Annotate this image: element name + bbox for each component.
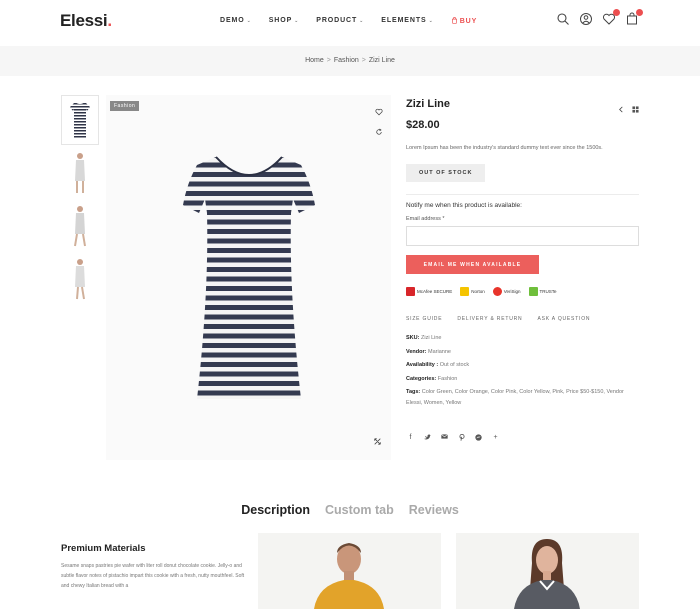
notify-text: Notify me when this product is available… bbox=[406, 202, 522, 209]
chevron-down-icon: ⌄ bbox=[294, 18, 300, 24]
nav-item-buy[interactable]: BUY bbox=[451, 17, 477, 25]
category-badge: Fashion bbox=[110, 101, 140, 111]
cart-badge bbox=[636, 9, 643, 16]
header-icons bbox=[556, 9, 643, 26]
sku-row: SKU: Zizi Line bbox=[406, 335, 442, 341]
messenger-icon[interactable] bbox=[474, 434, 483, 443]
chevron-left-icon[interactable] bbox=[618, 100, 624, 118]
logo[interactable]: Elessi. bbox=[60, 11, 112, 31]
chevron-down-icon: ⌄ bbox=[428, 18, 434, 24]
size-guide-link[interactable]: SIZE GUIDE bbox=[406, 316, 442, 322]
thumbnail-3[interactable] bbox=[61, 201, 99, 251]
main-nav: DEMO ⌄ SHOP ⌄ PRODUCT ⌄ ELEMENTS ⌄ BUY bbox=[220, 17, 477, 25]
heart-icon[interactable] bbox=[375, 103, 383, 121]
share-icons: f + bbox=[406, 433, 639, 443]
divider bbox=[406, 194, 639, 195]
email-icon[interactable] bbox=[440, 434, 449, 443]
product-nav bbox=[618, 100, 639, 118]
ask-question-link[interactable]: ASK A QUESTION bbox=[537, 316, 590, 322]
nav-item-shop[interactable]: SHOP ⌄ bbox=[269, 17, 300, 25]
model-image-male bbox=[258, 533, 441, 609]
bag-icon bbox=[451, 17, 457, 24]
grid-icon[interactable] bbox=[632, 100, 639, 118]
nav-item-elements[interactable]: ELEMENTS ⌄ bbox=[381, 17, 433, 25]
tags-links[interactable]: Color Green, Color Orange, Color Pink, C… bbox=[406, 389, 624, 406]
breadcrumb: Home > Fashion > Zizi Line bbox=[305, 57, 395, 64]
trust-badges: McAfee SECURE Norton VeriSign TRUSTe bbox=[406, 287, 639, 296]
vendor-row: Vendor: Marianne bbox=[406, 348, 451, 355]
description-section: Premium Materials Sesame snaps pastries … bbox=[61, 543, 246, 591]
product-meta: SKU: Zizi Line Vendor: Marianne Availabi… bbox=[406, 332, 639, 409]
email-input[interactable] bbox=[406, 226, 639, 246]
wishlist-badge bbox=[613, 9, 620, 16]
tab-reviews[interactable]: Reviews bbox=[409, 503, 459, 517]
nav-item-demo[interactable]: DEMO ⌄ bbox=[220, 17, 252, 25]
expand-icon[interactable] bbox=[374, 432, 381, 450]
dress-image bbox=[183, 156, 315, 399]
section-text: Sesame snaps pastries pie wafer with lit… bbox=[61, 563, 245, 589]
availability-row: Availability : Out of stock bbox=[406, 362, 470, 368]
trust-badge-truste: TRUSTe bbox=[528, 287, 557, 296]
search-icon[interactable] bbox=[556, 12, 570, 26]
email-label: Email address * bbox=[406, 216, 445, 222]
facebook-icon[interactable]: f bbox=[406, 434, 415, 443]
product-links: SIZE GUIDE DELIVERY & RETURN ASK A QUEST… bbox=[406, 316, 639, 322]
model-image-female bbox=[456, 533, 639, 609]
breadcrumb-bar: Home > Fashion > Zizi Line bbox=[0, 46, 700, 76]
product-title: Zizi Line bbox=[406, 98, 450, 110]
product-tabs: Description Custom tab Reviews bbox=[0, 503, 700, 517]
thumbnail-1[interactable] bbox=[61, 95, 99, 145]
account-icon[interactable] bbox=[579, 12, 593, 26]
chevron-down-icon: ⌄ bbox=[246, 18, 252, 24]
tab-description[interactable]: Description bbox=[241, 503, 310, 517]
notify-me-button[interactable]: EMAIL ME WHEN AVAILABLE bbox=[406, 255, 539, 274]
trust-badge-verisign: VeriSign bbox=[492, 287, 521, 296]
category-link[interactable]: Fashion bbox=[438, 376, 458, 382]
tags-row: Tags: Color Green, Color Orange, Color P… bbox=[406, 389, 624, 406]
delivery-return-link[interactable]: DELIVERY & RETURN bbox=[457, 316, 522, 322]
categories-row: Categories: Fashion bbox=[406, 375, 458, 382]
nav-item-product[interactable]: PRODUCT ⌄ bbox=[316, 17, 364, 25]
thumbnail-list bbox=[61, 95, 101, 307]
trust-badge-mcafee: McAfee SECURE bbox=[406, 287, 452, 296]
breadcrumb-current: Zizi Line bbox=[368, 57, 395, 64]
plus-icon[interactable]: + bbox=[491, 434, 500, 443]
trust-badge-norton: Norton bbox=[460, 287, 485, 296]
product-short-description: Lorem Ipsum has been the industry's stan… bbox=[406, 145, 603, 151]
thumbnail-2[interactable] bbox=[61, 148, 99, 198]
refresh-icon[interactable] bbox=[375, 123, 383, 141]
pinterest-icon[interactable] bbox=[457, 433, 466, 443]
breadcrumb-category[interactable]: Fashion bbox=[334, 57, 359, 64]
product-price: $28.00 bbox=[406, 119, 440, 131]
vendor-link[interactable]: Marianne bbox=[428, 349, 451, 355]
section-heading: Premium Materials bbox=[61, 543, 146, 554]
site-header: Elessi. DEMO ⌄ SHOP ⌄ PRODUCT ⌄ ELEMENTS ⌄ B… bbox=[0, 0, 700, 46]
breadcrumb-home[interactable]: Home bbox=[305, 57, 324, 64]
cart-icon[interactable] bbox=[625, 9, 643, 26]
out-of-stock-button: OUT OF STOCK bbox=[406, 164, 486, 182]
twitter-icon[interactable] bbox=[423, 434, 432, 443]
main-product-image[interactable]: Fashion bbox=[106, 95, 391, 460]
chevron-down-icon: ⌄ bbox=[359, 18, 365, 24]
wishlist-icon[interactable] bbox=[602, 9, 620, 26]
tab-custom[interactable]: Custom tab bbox=[325, 503, 394, 517]
thumbnail-4[interactable] bbox=[61, 254, 99, 304]
product-info: Zizi Line $28.00 Lorem Ipsum has been th… bbox=[406, 95, 639, 443]
